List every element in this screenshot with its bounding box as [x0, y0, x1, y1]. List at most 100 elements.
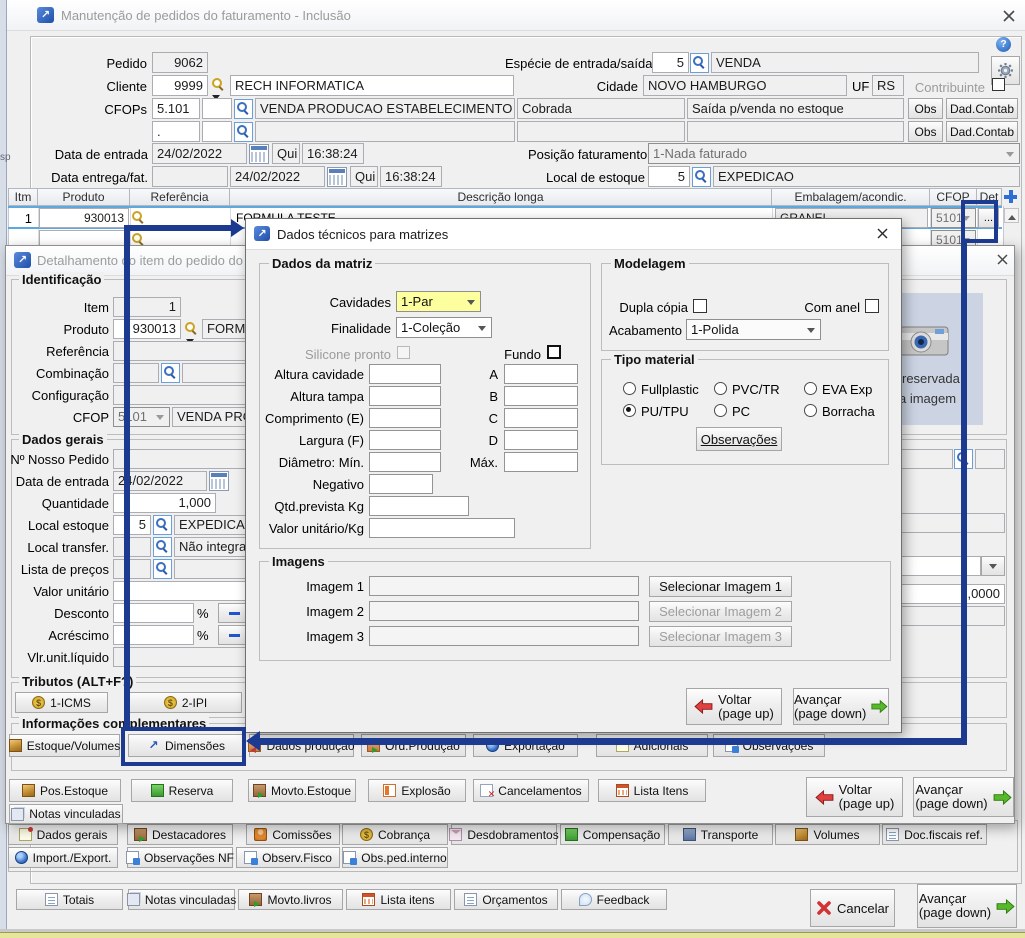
- local-transfer-search-button[interactable]: [153, 537, 172, 557]
- pedido-field[interactable]: 9062: [152, 52, 208, 73]
- tab-doc-fiscais[interactable]: Doc.fiscais ref.: [882, 824, 987, 845]
- fundo-checkbox[interactable]: [547, 345, 561, 359]
- diametro-min-input[interactable]: [369, 452, 441, 472]
- tab-import-export[interactable]: Import./Export.: [8, 847, 118, 868]
- lista-precos-field[interactable]: [113, 559, 151, 579]
- col-header-referencia[interactable]: Referência: [130, 188, 230, 206]
- local-estoque-search-button[interactable]: [692, 167, 711, 187]
- finalidade-combo[interactable]: 1-Coleção: [396, 317, 492, 338]
- local-estoque-desc-field[interactable]: EXPEDICAO: [713, 166, 1020, 187]
- cfop2-desc-field[interactable]: [255, 121, 515, 142]
- radio-fullplastic[interactable]: [623, 382, 636, 395]
- imagem2-input[interactable]: [369, 601, 639, 621]
- tab-transporte[interactable]: Transporte: [668, 824, 773, 845]
- dialog-close-icon[interactable]: [875, 226, 891, 242]
- saida-estoque-field[interactable]: Saída p/venda no estoque: [687, 98, 904, 119]
- calendar-icon[interactable]: [209, 471, 229, 491]
- cfop2-field[interactable]: .: [152, 121, 200, 142]
- combinacao-search-button[interactable]: [161, 363, 180, 383]
- radio-pvc-tr[interactable]: [714, 382, 727, 395]
- vlr-liquido-field[interactable]: [113, 647, 251, 667]
- cfop1b-field[interactable]: [202, 98, 232, 119]
- radio-eva-exp[interactable]: [804, 382, 817, 395]
- posicao-combo[interactable]: 1-Nada faturado: [648, 143, 1020, 164]
- detail-local-code-field[interactable]: 5: [113, 515, 151, 535]
- imagem1-input[interactable]: [369, 576, 639, 596]
- avancar-detail-button[interactable]: Avançar(page down): [913, 777, 1014, 817]
- tab-dados-gerais[interactable]: Dados gerais: [8, 824, 118, 845]
- cfop2b-field[interactable]: [202, 121, 232, 142]
- movto-livros-button[interactable]: Movto.livros: [238, 889, 343, 910]
- tab-compensacao[interactable]: Compensação: [560, 824, 665, 845]
- cidade-field[interactable]: NOVO HAMBURGO: [643, 75, 847, 96]
- dupla-copia-checkbox[interactable]: [693, 299, 707, 313]
- cavidades-combo[interactable]: 1-Par: [396, 291, 481, 312]
- ipi-button[interactable]: 2-IPI: [129, 692, 242, 713]
- notas-vinculadas-detail-button[interactable]: Notas vinculadas: [9, 804, 123, 824]
- data-entrada-hora-field[interactable]: 16:38:24: [302, 143, 364, 164]
- d-input[interactable]: [504, 430, 578, 450]
- lista-itens-button[interactable]: Lista itens: [346, 889, 451, 910]
- altura-cavidade-input[interactable]: [369, 364, 441, 384]
- obs-button-1[interactable]: Obs: [908, 98, 943, 119]
- obs-button-2[interactable]: Obs: [908, 121, 943, 142]
- radio-pc[interactable]: [714, 404, 727, 417]
- feedback-button[interactable]: Feedback: [561, 889, 667, 910]
- altura-tampa-input[interactable]: [369, 386, 441, 406]
- cfop1-desc-field[interactable]: VENDA PRODUCAO ESTABELECIMENTO: [255, 98, 515, 119]
- voltar-dialog-button[interactable]: Voltar(page up): [686, 688, 782, 725]
- saida2-field[interactable]: [687, 121, 904, 142]
- tab-cobranca[interactable]: Cobrança: [342, 824, 448, 845]
- cobrada-field[interactable]: Cobrada: [517, 98, 685, 119]
- orcamentos-button[interactable]: Orçamentos: [454, 889, 558, 910]
- col-header-itm[interactable]: Itm: [8, 188, 38, 206]
- cobrada2-field[interactable]: [517, 121, 685, 142]
- data-entrada-field[interactable]: 24/02/2022: [152, 143, 247, 164]
- acabamento-combo[interactable]: 1-Polida: [686, 319, 821, 340]
- imagem3-input[interactable]: [369, 626, 639, 646]
- tab-destacadores[interactable]: Destacadores: [127, 824, 233, 845]
- dad-contab-button-1[interactable]: Dad.Contab: [946, 98, 1018, 119]
- avancar-footer-button[interactable]: Avançar(page down): [917, 884, 1017, 928]
- cfop2-search-button[interactable]: [234, 122, 253, 142]
- local-transfer-field[interactable]: [113, 537, 151, 557]
- explosao-button[interactable]: Explosão: [368, 779, 466, 802]
- totais-button[interactable]: Totais: [16, 889, 123, 910]
- especie-search-button[interactable]: [690, 53, 709, 73]
- selecionar-imagem1-button[interactable]: Selecionar Imagem 1: [649, 576, 792, 597]
- lista-precos-search-button[interactable]: [153, 559, 172, 579]
- especie-field[interactable]: 5: [652, 52, 689, 73]
- valor-unit-kg-input[interactable]: [369, 518, 515, 538]
- cfop1-field[interactable]: 5.101: [152, 98, 200, 119]
- cfop-combo[interactable]: 5101: [113, 407, 170, 427]
- cfop1-search-button[interactable]: [234, 99, 253, 119]
- cliente-nome-field[interactable]: RECH INFORMATICA: [230, 75, 514, 96]
- radio-borracha[interactable]: [804, 404, 817, 417]
- cliente-code-field[interactable]: 9999: [152, 75, 208, 96]
- nosso-pedido-field[interactable]: [113, 449, 263, 469]
- tab-comissoes[interactable]: Comissões: [246, 824, 340, 845]
- estoque-volumes-button[interactable]: Estoque/Volumes: [9, 734, 120, 757]
- data-entrega-hora-field[interactable]: 16:38:24: [380, 166, 442, 187]
- calendar-icon[interactable]: [327, 167, 347, 187]
- main-close-icon[interactable]: [1001, 8, 1017, 24]
- icms-button[interactable]: 1-ICMS: [15, 692, 108, 713]
- help-icon[interactable]: [996, 37, 1011, 52]
- diametro-max-input[interactable]: [504, 452, 578, 472]
- add-item-icon[interactable]: [1003, 189, 1018, 204]
- uf-field[interactable]: RS: [872, 75, 904, 96]
- table-scroll-up[interactable]: [1004, 208, 1019, 223]
- radio-pu-tpu[interactable]: [623, 404, 636, 417]
- tipo-observacoes-button[interactable]: Observações: [696, 427, 782, 451]
- row1-produto-search-icon[interactable]: [131, 210, 145, 224]
- right-field-2[interactable]: [975, 449, 1005, 469]
- valor-unitario-field[interactable]: [113, 581, 251, 601]
- notas-vinculadas-button[interactable]: Notas vinculadas: [128, 889, 235, 910]
- reserva-button[interactable]: Reserva: [131, 779, 233, 802]
- combinacao-field[interactable]: [113, 363, 159, 383]
- tab-obs-ped-interno[interactable]: Obs.ped.interno: [342, 847, 448, 868]
- detail-close-icon[interactable]: [995, 252, 1011, 268]
- right-combo-chevron[interactable]: [981, 556, 1005, 576]
- avancar-dialog-button[interactable]: Avançar(page down): [793, 688, 889, 725]
- c-input[interactable]: [504, 408, 578, 428]
